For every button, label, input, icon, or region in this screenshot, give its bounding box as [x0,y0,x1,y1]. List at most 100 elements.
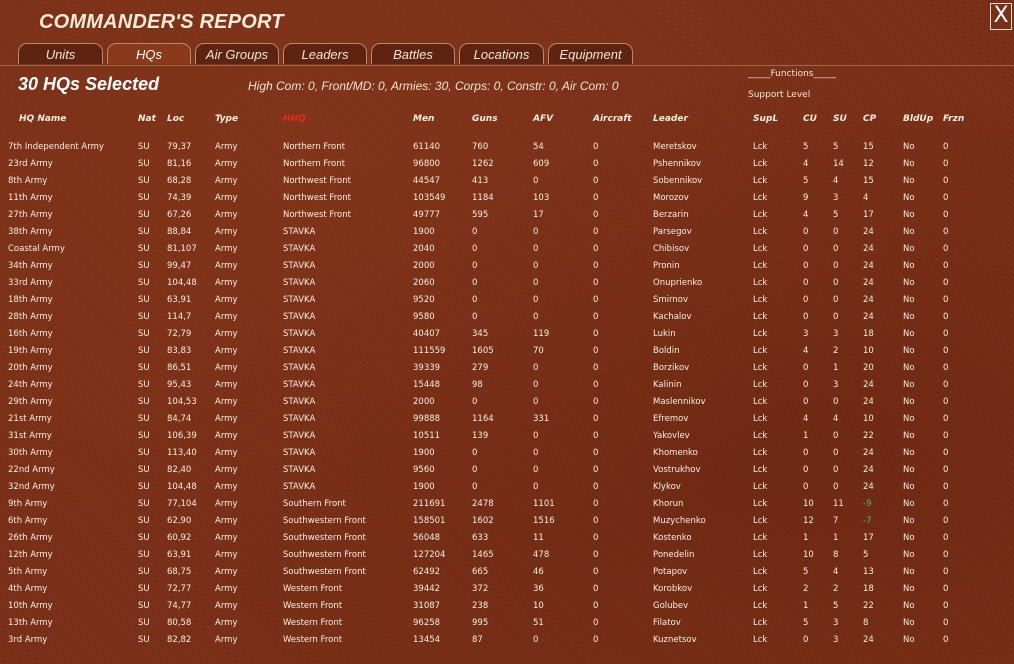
column-header-type[interactable]: Type [215,114,238,124]
table-row[interactable]: 16th Army SU 72,79 Army STAVKA 40407 345 119 0 Lu… [0,325,1014,342]
support-level-button[interactable]: Support Level [748,90,810,100]
column-header-supl[interactable]: SupL [753,114,778,124]
cell-afv: 0 [533,397,539,407]
table-row[interactable]: 38th Army SU 88,84 Army STAVKA 1900 0 0 0 Parsego… [0,223,1014,240]
cell-cp: 24 [863,227,874,237]
table-row[interactable]: 7th Independent Army SU 79,37 Army Northern … [0,138,1014,155]
cell-leader: Khorun [653,499,684,509]
table-row[interactable]: Coastal Army SU 81,107 Army STAVKA 2040 0 0 0 Chi… [0,240,1014,257]
column-header-leader[interactable]: Leader [653,114,688,124]
tab-equipment[interactable]: Equipment [548,43,633,64]
column-header-guns[interactable]: Guns [472,114,498,124]
table-row[interactable]: 23rd Army SU 81,16 Army Northern Front 96800 1… [0,155,1014,172]
table-row[interactable]: 18th Army SU 63,91 Army STAVKA 9520 0 0 0 Smirnov… [0,291,1014,308]
table-row[interactable]: 20th Army SU 86,51 Army STAVKA 39339 279 0 0 Borz… [0,359,1014,376]
cell-hq-name: 19th Army [8,346,53,356]
cell-hq-name: 21st Army [8,414,52,424]
cell-frzn: 0 [943,465,949,475]
table-row[interactable]: 12th Army SU 63,91 Army Southwestern Front 12… [0,546,1014,563]
table-row[interactable]: 5th Army SU 68,75 Army Southwestern Front 624… [0,563,1014,580]
tab-air-groups[interactable]: Air Groups [195,43,279,64]
cell-men: 103549 [413,193,446,203]
tab-locations[interactable]: Locations [459,43,544,64]
table-row[interactable]: 9th Army SU 77,104 Army Southern Front 211691… [0,495,1014,512]
cell-leader: Vostrukhov [653,465,701,475]
cell-supl: Lck [753,176,768,186]
cell-su: 7 [833,516,839,526]
tab-leaders[interactable]: Leaders [283,43,367,64]
close-button[interactable]: X [990,3,1012,30]
cell-bldup: No [903,278,915,288]
cell-afv: 0 [533,465,539,475]
tab-units[interactable]: Units [18,43,103,64]
cell-type: Army [215,278,238,288]
cell-leader: Morozov [653,193,689,203]
column-header-frzn[interactable]: Frzn [943,114,964,124]
cell-bldup: No [903,210,915,220]
table-row[interactable]: 32nd Army SU 104,48 Army STAVKA 1900 0 0 0 Klykov… [0,478,1014,495]
cell-aircraft: 0 [593,550,599,560]
cell-bldup: No [903,329,915,339]
cell-cu: 0 [803,635,809,645]
cell-nat: SU [138,397,150,407]
table-row[interactable]: 11th Army SU 74,39 Army Northwest Front 10354… [0,189,1014,206]
cell-nat: SU [138,414,150,424]
column-header-su[interactable]: SU [833,114,847,124]
cell-aircraft: 0 [593,329,599,339]
column-header-cp[interactable]: CP [863,114,876,124]
table-row[interactable]: 30th Army SU 113,40 Army STAVKA 1900 0 0 0 Khomen… [0,444,1014,461]
cell-frzn: 0 [943,618,949,628]
cell-men: 96800 [413,159,441,169]
column-header-nat[interactable]: Nat [138,114,156,124]
cell-type: Army [215,584,238,594]
table-row[interactable]: 4th Army SU 72,77 Army Western Front 39442 372… [0,580,1014,597]
column-header-men[interactable]: Men [413,114,434,124]
column-header-hhq[interactable]: HHQ [283,114,306,124]
tab-hqs[interactable]: HQs [107,43,191,64]
table-row[interactable]: 13th Army SU 80,58 Army Western Front 96258 99… [0,614,1014,631]
column-header-cu[interactable]: CU [803,114,817,124]
cell-su: 3 [833,618,839,628]
cell-hq-name: 12th Army [8,550,53,560]
cell-hhq: STAVKA [283,397,316,407]
table-row[interactable]: 21st Army SU 84,74 Army STAVKA 99888 1164 331 0 E… [0,410,1014,427]
table-row[interactable]: 3rd Army SU 82,82 Army Western Front 13454 87 0… [0,631,1014,648]
table-row[interactable]: 19th Army SU 83,83 Army STAVKA 111559 1605 70 0 B… [0,342,1014,359]
cell-aircraft: 0 [593,227,599,237]
cell-cp: 24 [863,397,874,407]
cell-cp: 15 [863,142,874,152]
table-row[interactable]: 27th Army SU 67,26 Army Northwest Front 49777… [0,206,1014,223]
cell-men: 1900 [413,482,435,492]
table-row[interactable]: 29th Army SU 104,53 Army STAVKA 2000 0 0 0 Maslen… [0,393,1014,410]
cell-cu: 9 [803,193,809,203]
column-header-afv[interactable]: AFV [533,114,553,124]
column-header-bldup[interactable]: BldUp [903,114,933,124]
table-row[interactable]: 34th Army SU 99,47 Army STAVKA 2000 0 0 0 Pronin L… [0,257,1014,274]
column-header-loc[interactable]: Loc [167,114,184,124]
cell-cu: 0 [803,244,809,254]
table-row[interactable]: 10th Army SU 74,77 Army Western Front 31087 23… [0,597,1014,614]
table-row[interactable]: 22nd Army SU 82,40 Army STAVKA 9560 0 0 0 Vostruk… [0,461,1014,478]
table-row[interactable]: 26th Army SU 60,92 Army Southwestern Front 56… [0,529,1014,546]
cell-type: Army [215,227,238,237]
cell-bldup: No [903,618,915,628]
cell-men: 2060 [413,278,435,288]
cell-afv: 10 [533,601,544,611]
table-row[interactable]: 28th Army SU 114,7 Army STAVKA 9580 0 0 0 Kachalo… [0,308,1014,325]
cell-cu: 0 [803,261,809,271]
cell-leader: Sobennikov [653,176,703,186]
tab-battles[interactable]: Battles [371,43,455,64]
table-row[interactable]: 6th Army SU 62,90 Army Southwestern Front 158… [0,512,1014,529]
cell-nat: SU [138,363,150,373]
column-header-aircraft[interactable]: Aircraft [593,114,632,124]
table-row[interactable]: 8th Army SU 68,28 Army Northwest Front 44547 4… [0,172,1014,189]
cell-cp: 24 [863,448,874,458]
cell-aircraft: 0 [593,414,599,424]
column-header-hq-name[interactable]: HQ Name [19,114,66,124]
cell-nat: SU [138,533,150,543]
table-row[interactable]: 24th Army SU 95,43 Army STAVKA 15448 98 0 0 Kalin… [0,376,1014,393]
table-row[interactable]: 33rd Army SU 104,48 Army STAVKA 2060 0 0 0 Onupri… [0,274,1014,291]
cell-loc: 68,75 [167,567,192,577]
table-row[interactable]: 31st Army SU 106,39 Army STAVKA 10511 139 0 0 Yak… [0,427,1014,444]
cell-cp: 10 [863,414,874,424]
